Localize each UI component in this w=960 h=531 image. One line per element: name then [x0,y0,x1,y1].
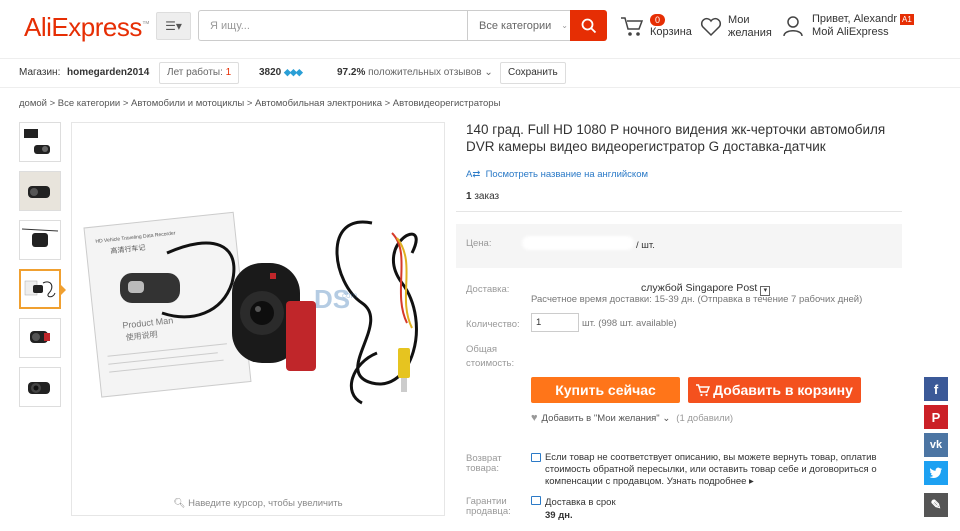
quantity-input[interactable] [531,313,579,332]
magnifier-icon: 🔍︎ [173,498,186,509]
chevron-down-icon: ⌄ [662,413,671,424]
price-unit: / шт. [636,240,655,251]
store-name-link[interactable]: homegarden2014 [67,67,149,78]
level-badge: A1 [900,14,914,25]
product-thumbnail-active[interactable] [19,269,66,309]
category-select[interactable]: Все категории ⌄ [467,11,571,40]
search-input[interactable] [199,11,467,40]
return-icon [531,453,541,462]
my-aliexpress-link[interactable]: Мой AliExpress [812,26,914,39]
translate-icon: A⇄ [466,169,481,180]
thumbnail-list [19,122,66,416]
heart-icon [700,17,722,37]
store-label: Магазин: [19,67,61,78]
store-years: Лет работы: 1 [159,62,240,84]
guarantee-label-2: продавца: [466,506,511,517]
shipping-time: Расчетное время доставки: 15-39 дн. (Отп… [531,294,863,305]
guarantee-icon [531,496,541,505]
wishlist-link[interactable]: Мои желания [700,14,775,42]
main-product-image[interactable]: HD Vehicle Traveling Data Recorder 高清行车记… [71,122,445,516]
cart-icon [621,17,644,36]
chevron-right-icon: ▸ [749,476,754,487]
search-icon [581,18,596,33]
cart-link[interactable]: 0 Корзина [620,14,692,42]
quantity-available: шт. (998 шт. available) [582,318,677,329]
orders-count: 1 заказ [466,191,500,202]
search-button[interactable] [570,10,607,41]
cart-count-badge: 0 [650,14,666,26]
add-to-wishlist-link[interactable]: ♥ Добавить в "Мои желания" ⌄ (1 добавили) [531,412,733,424]
buy-now-button[interactable]: Купить сейчас [531,377,680,403]
categories-menu-button[interactable]: ☰▾ [156,12,191,40]
positive-feedback[interactable]: 97.2% положительных отзывов ⌄ [337,67,493,78]
add-to-cart-button[interactable]: Добавить в корзину [688,377,861,403]
learn-more-link[interactable]: Узнать подробнее [667,476,747,487]
greeting-text: Привет, Alexandr [812,13,897,25]
search-bar: Все категории ⌄ [198,10,570,41]
user-icon [783,16,803,37]
total-label-2: стоимость: [466,358,515,369]
category-select-label: Все категории [479,19,552,32]
price-box: Цена: / шт. [456,224,902,268]
product-thumbnail[interactable] [19,171,61,211]
site-header: AliExpress™ ☰▾ Все категории ⌄ 0 Корзина… [0,0,960,52]
chevron-down-icon: ⌄ [484,67,493,78]
wishlist-count: (1 добавили) [676,413,734,424]
product-title: 140 град. Full HD 1080 P ночного видения… [466,122,886,154]
pinterest-icon[interactable]: P [924,405,948,429]
save-store-button[interactable]: Сохранить [500,62,566,84]
edit-icon[interactable]: ✎ [924,493,948,517]
hamburger-icon: ☰▾ [165,19,182,33]
shipping-label: Доставка: [466,284,510,295]
guarantee-text: Доставка в срок 39 дн. [545,497,616,521]
vk-icon[interactable]: vk [924,433,948,457]
wishlist-label-1: Мои [728,14,750,26]
cart-icon [696,383,711,396]
diamond-icon: ◆◆◆ [284,67,303,77]
product-thumbnail[interactable] [19,220,61,260]
quantity-label: Количество: [466,319,520,330]
translate-title-link[interactable]: A⇄ Посмотреть название на английском [466,169,648,180]
heart-icon: ♥ [531,412,538,424]
product-thumbnail[interactable] [19,318,61,358]
aliexpress-logo[interactable]: AliExpress™ [24,12,150,43]
twitter-icon[interactable] [924,461,948,485]
product-thumbnail[interactable] [19,122,61,162]
breadcrumb[interactable]: домой > Все категории > Автомобили и мот… [19,98,500,109]
facebook-icon[interactable]: f [924,377,948,401]
total-label-1: Общая [466,344,498,355]
price-value-redacted [522,236,634,250]
return-policy-text: Если товар не соответствует описанию, вы… [545,452,877,487]
zoom-hint: 🔍︎ Наведите курсор, чтобы увеличить [173,498,343,509]
chevron-down-icon: ⌄ [561,21,568,30]
cart-label: Корзина [650,26,692,38]
product-thumbnail[interactable] [19,367,61,407]
divider [456,211,902,212]
return-label-2: товара: [466,463,499,474]
price-label: Цена: [466,238,492,249]
account-link[interactable]: Привет, Alexandr A1 Мой AliExpress [782,13,914,43]
wishlist-label-2: желания [728,27,772,39]
rating-points[interactable]: 3820 ◆◆◆ [259,67,303,78]
store-info-bar: Магазин: homegarden2014 Лет работы: 1 38… [0,58,960,88]
svg-text:com: com [342,291,357,300]
